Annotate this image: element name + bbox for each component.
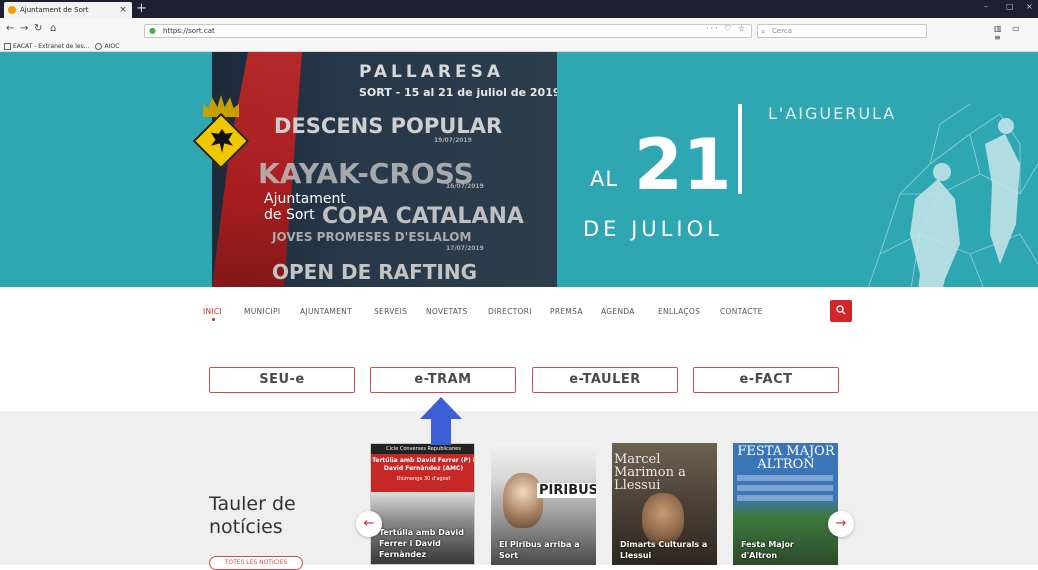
nav-item-enllacos[interactable]: ENLLAÇOS xyxy=(658,307,700,316)
card-caption: Dimarts Culturals a Llessui xyxy=(620,540,708,560)
active-indicator xyxy=(212,318,215,321)
browser-tab[interactable]: Ajuntament de Sort × xyxy=(4,2,132,18)
library-icon[interactable]: ▥ ▭ ≡ xyxy=(994,24,1038,42)
bookmarks-bar: EACAT - Extranet de les... AIOC xyxy=(0,41,125,52)
url-text: https://sort.cat xyxy=(163,27,215,35)
card-caption: Tertúlia amb David Ferrer i David Fernàn… xyxy=(379,528,464,559)
close-tab-icon[interactable]: × xyxy=(118,5,128,15)
news-title-line1: Tauler de xyxy=(209,493,296,515)
new-tab-button[interactable]: + xyxy=(136,1,147,16)
page-actions-icon[interactable]: ··· ♡ ☆ xyxy=(706,24,747,33)
forward-icon[interactable]: → xyxy=(20,23,28,34)
news-card[interactable]: Marcel Marimon a Llessui Dimarts Cultura… xyxy=(612,443,717,565)
brand-name-line2[interactable]: de Sort xyxy=(264,207,315,223)
nav-item-ajuntament[interactable]: AJUNTAMENT xyxy=(300,307,352,316)
card-headline: Tertúlia amb David Ferrer (P) i David Fe… xyxy=(371,454,474,476)
poster-line-4: JOVES PROMESES D'ESLALOM xyxy=(272,230,472,244)
bookmark-eacat[interactable]: EACAT - Extranet de les... xyxy=(4,43,89,50)
poster-line-3: COPA CATALANA xyxy=(322,204,524,229)
poster-line-4-date: 17/07/2019 xyxy=(446,245,484,252)
nav-item-contacte[interactable]: CONTACTE xyxy=(720,307,763,316)
search-box[interactable]: ⌕ Cerca xyxy=(757,24,927,38)
e-tram-button[interactable]: e-TRAM xyxy=(370,367,516,393)
poster-subtitle: SORT - 15 al 21 de juliol de 2019 xyxy=(359,86,557,99)
date-month: DE JULIOL xyxy=(583,217,723,241)
seu-e-button[interactable]: SEU-e xyxy=(209,367,355,393)
site-search-button[interactable] xyxy=(830,300,852,322)
card-text-row xyxy=(737,495,833,501)
poster-line-5: OPEN DE RAFTING xyxy=(272,260,478,284)
back-icon[interactable]: ← xyxy=(6,23,14,34)
poster-title: PALLARESA xyxy=(359,62,504,82)
globe-icon xyxy=(95,43,103,50)
nav-item-serveis[interactable]: SERVEIS xyxy=(374,307,407,316)
hero-left-bg xyxy=(0,52,212,287)
carousel-prev-button[interactable]: ← xyxy=(356,511,382,537)
site-favicon-icon xyxy=(8,6,16,14)
reload-icon[interactable]: ↻ xyxy=(34,23,42,34)
poster-line-2-date: 16/07/2019 xyxy=(446,183,484,190)
event-poster: PALLARESA SORT - 15 al 21 de juliol de 2… xyxy=(212,52,557,287)
bookmark-aioc[interactable]: AIOC xyxy=(95,43,119,50)
news-card[interactable]: PIRIBUS El Piribus arriba a Sort xyxy=(491,443,596,565)
all-news-button[interactable]: TOTES LES NOTÍCIES xyxy=(209,556,303,570)
nav-item-directori[interactable]: DIRECTORI xyxy=(488,307,532,316)
brand-name-line1[interactable]: Ajuntament xyxy=(264,192,346,207)
main-navigation: INICI MUNICIPI AJUNTAMENT SERVEIS NOVETA… xyxy=(0,298,1038,326)
card-text-row xyxy=(737,485,833,491)
e-tauler-button[interactable]: e-TAULER xyxy=(532,367,678,393)
news-card[interactable]: Cicle Converses Republicanes Tertúlia am… xyxy=(370,443,475,565)
carousel-next-button[interactable]: → xyxy=(828,511,854,537)
poster-line-1: DESCENS POPULAR xyxy=(274,114,503,138)
hero-top-right-text: L'AIGUERULA xyxy=(768,104,897,123)
card-headline: FESTA MAJOR ALTRON xyxy=(737,444,835,472)
card-date: Diumenge 30 d'agost xyxy=(371,476,474,492)
card-image xyxy=(503,473,543,528)
climbers-graphic xyxy=(867,104,1038,287)
annotation-arrow-icon xyxy=(420,397,462,445)
card-text-row xyxy=(737,475,833,481)
browser-nav-bar: ← → ↻ ⌂ ● https://sort.cat ··· ♡ ☆ ⌕ Cer… xyxy=(0,18,1038,52)
card-caption: El Piribus arriba a Sort xyxy=(499,540,580,560)
poster-line-1-date: 19/07/2019 xyxy=(434,137,472,144)
search-icon: ⌕ xyxy=(761,27,766,36)
card-header: Cicle Converses Republicanes xyxy=(371,444,474,454)
search-placeholder: Cerca xyxy=(772,27,793,35)
poster-line-2: KAYAK-CROSS xyxy=(258,157,474,190)
nav-item-agenda[interactable]: AGENDA xyxy=(601,307,635,316)
nav-item-municipi[interactable]: MUNICIPI xyxy=(244,307,280,316)
card-caption: Festa Major d'Altron xyxy=(741,540,794,560)
news-title-line2: notícies xyxy=(209,516,283,538)
home-icon[interactable]: ⌂ xyxy=(50,23,56,34)
search-icon xyxy=(836,305,846,315)
hero-banner: PALLARESA SORT - 15 al 21 de juliol de 2… xyxy=(0,52,1038,287)
news-card[interactable]: FESTA MAJOR ALTRON Festa Major d'Altron xyxy=(733,443,838,565)
nav-item-novetats[interactable]: NOVETATS xyxy=(426,307,468,316)
lock-icon: ● xyxy=(149,26,156,35)
nav-item-inici[interactable]: INICI xyxy=(203,307,222,316)
maximize-button[interactable]: □ xyxy=(1006,2,1014,11)
nav-item-premsa[interactable]: PREMSA xyxy=(550,307,583,316)
date-al: AL xyxy=(590,167,619,191)
card-headline: Marcel Marimon a Llessui xyxy=(614,452,686,493)
bookmark-icon xyxy=(4,43,11,50)
coat-of-arms-logo[interactable] xyxy=(192,95,250,175)
card-logo-text: PIRIBUS xyxy=(537,483,596,498)
tab-title: Ajuntament de Sort xyxy=(20,6,89,14)
hero-divider xyxy=(738,104,742,194)
card-image xyxy=(642,493,684,545)
minimize-button[interactable]: – xyxy=(984,2,988,11)
browser-tab-bar: Ajuntament de Sort × + – □ × xyxy=(0,0,1038,18)
url-bar[interactable]: ● https://sort.cat xyxy=(144,24,752,38)
date-day: 21 xyxy=(634,124,732,206)
close-window-button[interactable]: × xyxy=(1026,2,1033,11)
e-fact-button[interactable]: e-FACT xyxy=(693,367,839,393)
